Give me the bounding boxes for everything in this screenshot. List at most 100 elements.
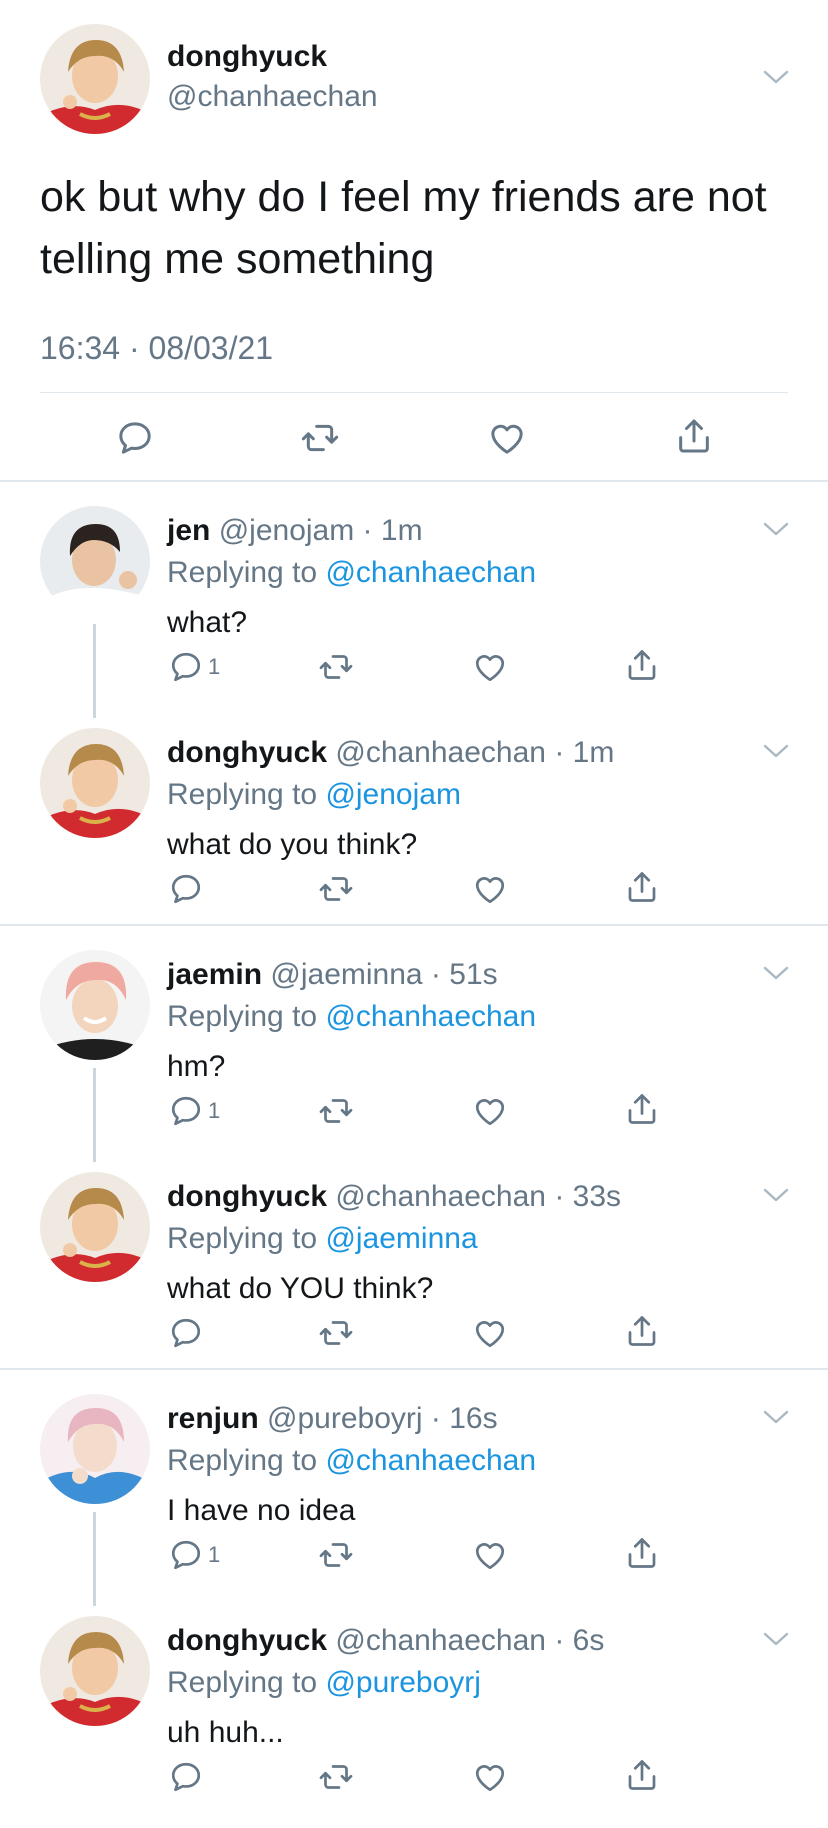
avatar[interactable] [40,1394,150,1504]
like-icon [472,1759,508,1795]
chevron-down-icon [762,520,790,538]
reply-time: 33s [572,1180,622,1213]
author-handle[interactable]: @chanhaechan [335,1180,546,1213]
separator [0,480,828,482]
share-icon [624,647,660,683]
reply-tweet[interactable]: donghyuck @chanhaechan · 1m Replying to … [0,718,828,940]
like-icon [472,649,508,685]
reply-button[interactable] [168,871,208,907]
mention-link[interactable]: @chanhaechan [325,1444,536,1477]
reply-time: 16s [449,1402,498,1435]
reply-button[interactable] [168,1759,208,1795]
author-name[interactable]: jen [167,514,210,547]
author-handle[interactable]: @jenojam [219,514,355,547]
author-handle[interactable]: @pureboyrj [267,1402,423,1435]
avatar[interactable] [40,728,150,838]
user-avatar-donghyuck-icon [40,24,150,134]
reply-button[interactable]: 1 [168,1093,220,1129]
author-name[interactable]: donghyuck [167,1180,327,1213]
like-button[interactable] [472,1537,508,1573]
like-button[interactable] [472,649,508,685]
avatar[interactable] [40,950,150,1060]
like-button[interactable] [472,871,508,907]
avatar[interactable] [40,24,150,134]
reply-text: what do you think? [167,828,418,861]
reply-button[interactable] [168,1315,208,1351]
share-button[interactable] [624,1313,660,1349]
reply-tweet[interactable]: donghyuck @chanhaechan · 6s Replying to … [0,1606,828,1828]
more-options-button[interactable] [762,742,790,760]
mention-link[interactable]: @pureboyrj [325,1666,481,1699]
avatar[interactable] [40,1616,150,1726]
more-options-button[interactable] [762,68,790,86]
replying-to: Replying to @chanhaechan [167,1444,536,1478]
share-button[interactable] [624,1757,660,1793]
mention-link[interactable]: @chanhaechan [325,1000,536,1033]
reply-header: renjun @pureboyrj · 16s [167,1402,498,1436]
retweet-button[interactable] [318,871,354,907]
more-options-button[interactable] [762,1408,790,1426]
avatar[interactable] [40,506,150,616]
reply-button[interactable]: 1 [168,1537,220,1573]
reply-tweet[interactable]: renjun @pureboyrj · 16s Replying to @cha… [0,1384,828,1606]
like-button[interactable] [472,1315,508,1351]
mention-link[interactable]: @chanhaechan [325,556,536,589]
author-name[interactable]: donghyuck [167,1624,327,1657]
dot-separator: · [545,736,573,769]
mention-link[interactable]: @jenojam [325,778,461,811]
author-name[interactable]: jaemin [167,958,262,991]
reply-icon [168,1537,204,1573]
author-handle[interactable]: @chanhaechan [335,1624,546,1657]
like-button[interactable] [472,1093,508,1129]
share-button[interactable] [674,416,714,456]
dot-separator: · [422,1402,450,1435]
more-options-button[interactable] [762,1186,790,1204]
reply-time: 1m [380,514,423,547]
reply-time: 1m [572,736,615,769]
mention-link[interactable]: @jaeminna [325,1222,477,1255]
share-button[interactable] [624,869,660,905]
user-avatar-renjun-icon [40,1394,150,1504]
reply-text: what do YOU think? [167,1272,434,1305]
retweet-button[interactable] [318,1537,354,1573]
retweet-button[interactable] [318,1759,354,1795]
chevron-down-icon [762,742,790,760]
replying-to: Replying to @chanhaechan [167,556,536,590]
reply-header: donghyuck @chanhaechan · 1m [167,736,614,770]
reply-tweet[interactable]: jaemin @jaeminna · 51s Replying to @chan… [0,940,828,1162]
like-button[interactable] [472,1759,508,1795]
retweet-button[interactable] [318,1315,354,1351]
retweet-button[interactable] [300,418,340,458]
replying-prefix: Replying to [167,778,326,811]
retweet-button[interactable] [318,1093,354,1129]
replying-to: Replying to @jenojam [167,778,461,812]
reply-count: 1 [208,654,221,679]
share-button[interactable] [624,1091,660,1127]
reply-icon [168,1093,204,1129]
reply-button[interactable] [115,418,155,458]
reply-header: jaemin @jaeminna · 51s [167,958,498,992]
more-options-button[interactable] [762,1630,790,1648]
reply-tweet[interactable]: donghyuck @chanhaechan · 33s Replying to… [0,1162,828,1384]
more-options-button[interactable] [762,520,790,538]
share-button[interactable] [624,1535,660,1571]
retweet-button[interactable] [318,649,354,685]
reply-count: 1 [208,1542,221,1567]
like-icon [472,1315,508,1351]
share-icon [624,1535,660,1571]
avatar[interactable] [40,1172,150,1282]
author-handle[interactable]: @chanhaechan [335,736,546,769]
replying-to: Replying to @chanhaechan [167,1000,536,1034]
share-button[interactable] [624,647,660,683]
reply-icon [168,1759,204,1795]
author-name[interactable]: donghyuck [167,40,327,74]
author-handle[interactable]: @jaeminna [270,958,422,991]
reply-button[interactable]: 1 [168,649,220,685]
author-name[interactable]: donghyuck [167,736,327,769]
author-handle[interactable]: @chanhaechan [167,80,378,114]
more-options-button[interactable] [762,964,790,982]
like-button[interactable] [487,418,527,458]
reply-tweet[interactable]: jen @jenojam · 1m Replying to @chanhaech… [0,496,828,718]
retweet-icon [318,1315,354,1351]
author-name[interactable]: renjun [167,1402,259,1435]
